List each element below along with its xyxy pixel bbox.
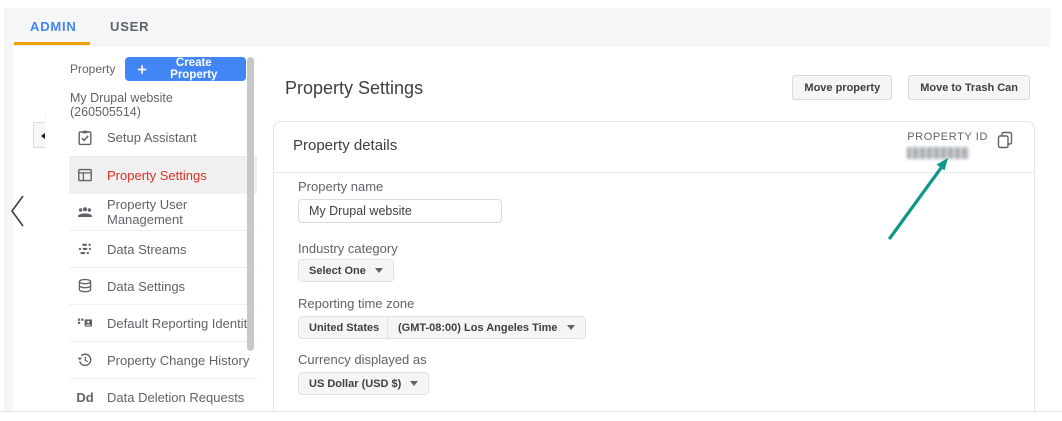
- header-actions: Move property Move to Trash Can: [792, 75, 1030, 100]
- copy-property-id-button[interactable]: [994, 130, 1016, 152]
- currency-dropdown[interactable]: US Dollar (USD $): [298, 372, 429, 395]
- card-title: Property details: [293, 137, 397, 154]
- currency-value: US Dollar (USD $): [309, 378, 401, 390]
- chevron-down-icon: [567, 325, 575, 330]
- create-property-button[interactable]: Create Property: [125, 57, 246, 81]
- sidebar-item-default-reporting-identity[interactable]: Default Reporting Identity: [69, 304, 257, 341]
- sidebar-item-data-settings[interactable]: Data Settings: [69, 267, 257, 304]
- property-name-input[interactable]: [298, 199, 502, 223]
- sidebar-item-label: Data Streams: [107, 242, 186, 257]
- tab-bar: ADMIN USER: [4, 8, 1050, 46]
- property-user-management-icon: [76, 203, 94, 221]
- property-id-block: PROPERTY ID: [907, 131, 988, 159]
- industry-category-value: Select One: [309, 265, 366, 277]
- default-reporting-identity-icon: [76, 314, 94, 332]
- time-zone-dropdown[interactable]: (GMT-08:00) Los Angeles Time: [387, 316, 586, 339]
- move-to-trash-button[interactable]: Move to Trash Can: [908, 75, 1030, 100]
- sidebar-item-property-user-management[interactable]: Property User Management: [69, 193, 257, 230]
- sidebar-item-data-streams[interactable]: Data Streams: [69, 230, 257, 267]
- collapse-panel-chevron-icon[interactable]: [8, 193, 28, 229]
- card-header: Property details PROPERTY ID: [274, 122, 1034, 173]
- property-selector: Property Create Property My Drupal websi…: [70, 57, 246, 128]
- currency-label: Currency displayed as: [298, 352, 427, 367]
- setup-assistant-icon: [76, 129, 94, 147]
- chevron-down-icon: [410, 381, 418, 386]
- create-property-label: Create Property: [154, 57, 234, 81]
- industry-category-label: Industry category: [298, 241, 398, 256]
- data-deletion-requests-icon: Dd: [76, 390, 94, 405]
- data-settings-icon: [76, 277, 94, 295]
- property-change-history-icon: [76, 351, 94, 369]
- data-streams-icon: [76, 240, 94, 258]
- sidebar-item-label: Property Settings: [107, 168, 207, 183]
- sidebar-item-label: Data Settings: [107, 279, 185, 294]
- property-selector-label: Property: [70, 62, 115, 76]
- sidebar-item-property-settings[interactable]: Property Settings: [69, 156, 257, 193]
- copy-icon: [995, 130, 1015, 150]
- active-tab-underline: [14, 42, 90, 45]
- sidebar-scrollbar[interactable]: [247, 57, 254, 351]
- property-nav: Setup Assistant Property Settings Proper…: [45, 119, 257, 412]
- chevron-down-icon: [375, 268, 383, 273]
- property-id-redacted-value: [907, 147, 969, 159]
- property-name-label: Property name: [298, 179, 383, 194]
- sidebar-item-data-deletion-requests[interactable]: Dd Data Deletion Requests: [69, 378, 257, 412]
- time-zone-value: (GMT-08:00) Los Angeles Time: [398, 322, 558, 334]
- reporting-time-zone-label: Reporting time zone: [298, 296, 414, 311]
- sidebar-item-label: Property Change History: [107, 353, 249, 368]
- page-bottom-border: [0, 411, 1062, 412]
- property-details-card: Property details PROPERTY ID Property na…: [273, 121, 1035, 411]
- sidebar-item-label: Property User Management: [107, 197, 257, 227]
- sidebar-item-label: Setup Assistant: [107, 130, 197, 145]
- property-id-label: PROPERTY ID: [907, 131, 988, 143]
- sidebar-item-setup-assistant[interactable]: Setup Assistant: [69, 119, 257, 156]
- sidebar-item-label: Default Reporting Identity: [107, 316, 254, 331]
- property-settings-icon: [76, 166, 94, 184]
- tab-admin[interactable]: ADMIN: [30, 8, 77, 45]
- move-property-button[interactable]: Move property: [792, 75, 892, 100]
- plus-icon: [137, 64, 147, 75]
- sidebar-item-label: Data Deletion Requests: [107, 390, 244, 405]
- page-title: Property Settings: [285, 78, 423, 99]
- time-zone-country-value: United States: [309, 322, 379, 334]
- sidebar-item-property-change-history[interactable]: Property Change History: [69, 341, 257, 378]
- industry-category-dropdown[interactable]: Select One: [298, 259, 394, 282]
- tab-user[interactable]: USER: [110, 8, 149, 45]
- ga-admin-page: ADMIN USER Property Create Property My D…: [0, 0, 1062, 421]
